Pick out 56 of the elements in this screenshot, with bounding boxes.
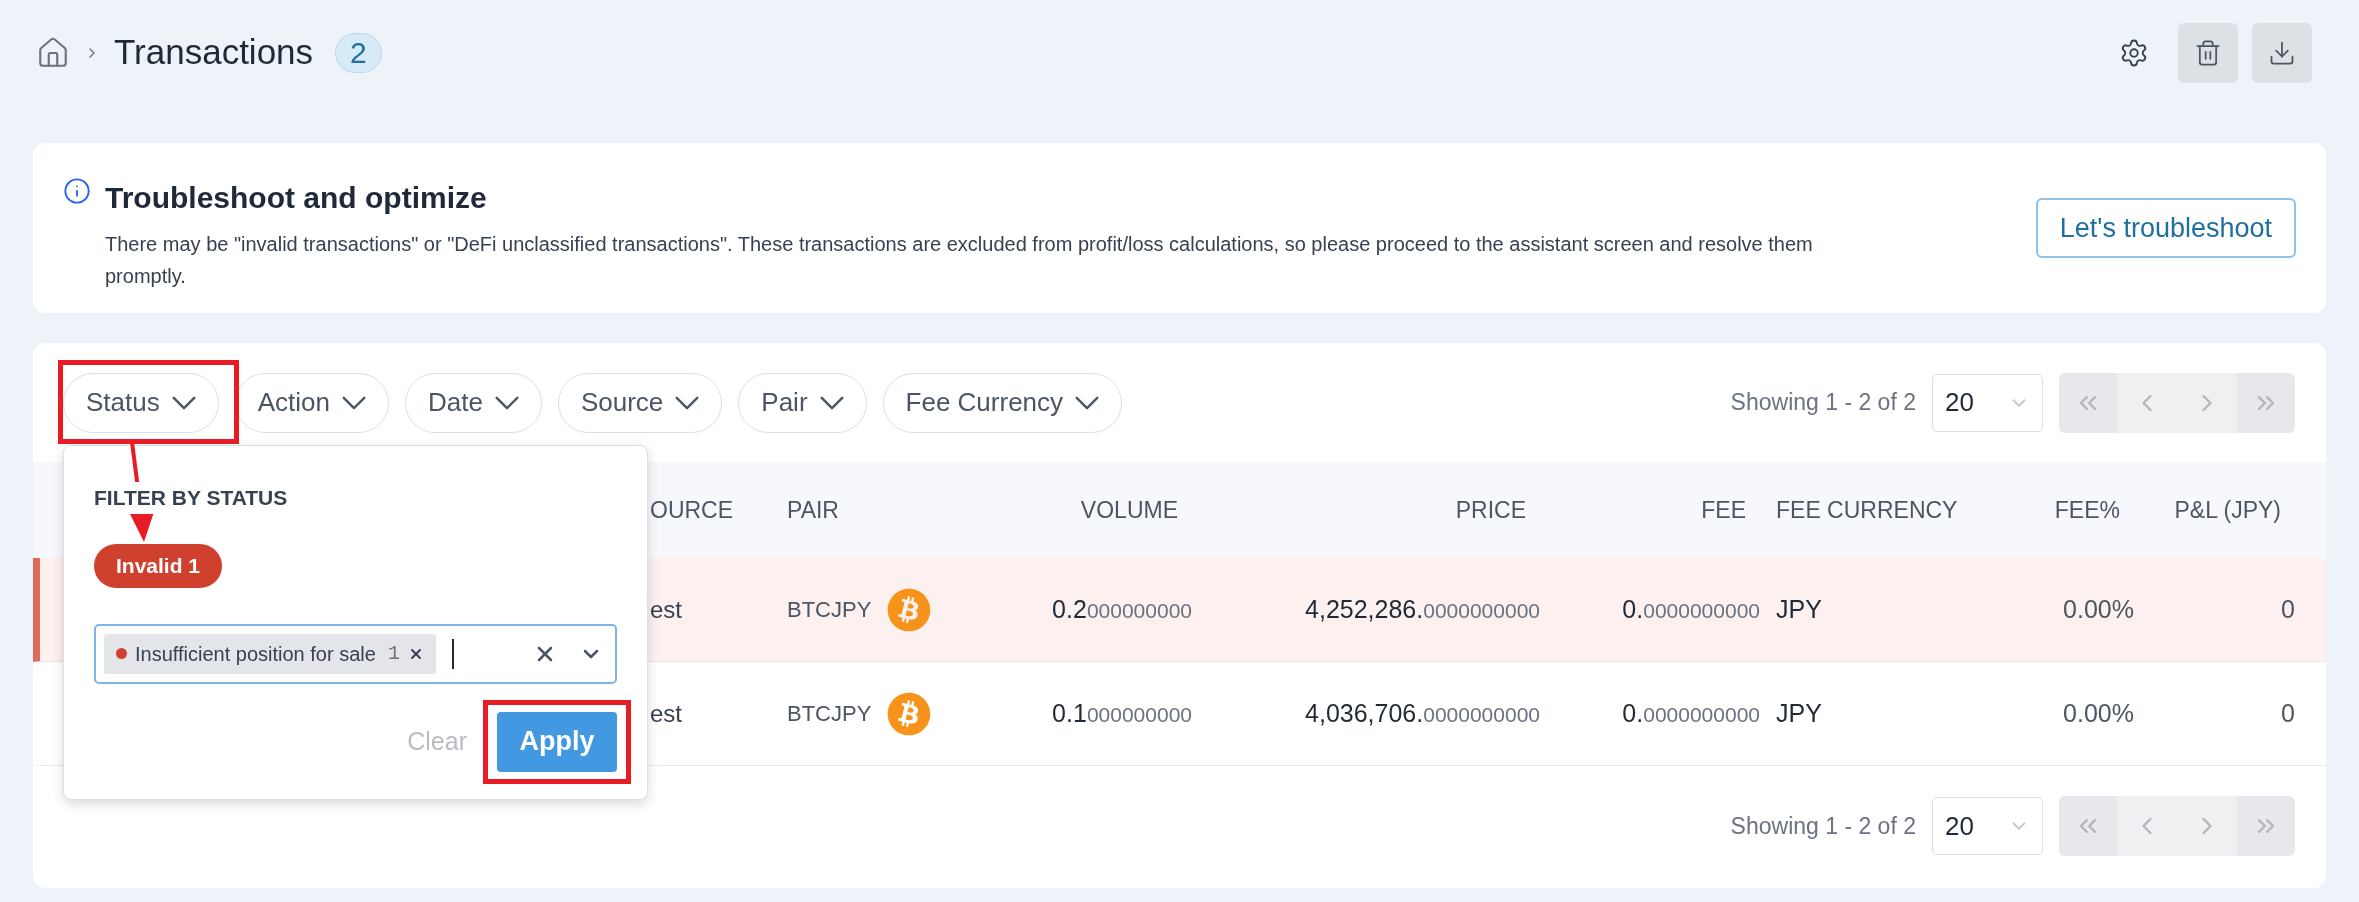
pagination-summary: Showing 1 - 2 of 2 xyxy=(1730,388,1916,418)
chevron-down-icon xyxy=(494,395,519,410)
column-header: FEE CURRENCY xyxy=(1775,495,1958,525)
bitcoin-icon xyxy=(887,691,932,736)
delete-button[interactable] xyxy=(2178,22,2238,83)
first-page-button[interactable] xyxy=(2059,796,2117,856)
download-button[interactable] xyxy=(2252,22,2312,83)
troubleshoot-button[interactable]: Let's troubleshoot xyxy=(2035,198,2296,258)
status-tag[interactable]: Invalid 1 xyxy=(94,543,223,588)
column-header: FEE xyxy=(1701,495,1746,525)
page-size-select[interactable]: 20 xyxy=(1932,373,2043,432)
filter-button[interactable]: Date xyxy=(405,372,542,433)
table-cell-text: 0.00% xyxy=(2063,593,2134,625)
first-page-button[interactable] xyxy=(2059,372,2117,433)
column-header: PRICE xyxy=(1455,495,1526,525)
next-page-button[interactable] xyxy=(2177,372,2237,433)
table-cell-text: est xyxy=(650,698,682,729)
chevron-down-icon xyxy=(819,395,844,410)
filter-button[interactable]: Status xyxy=(63,372,219,433)
chevron-down-icon xyxy=(1075,395,1100,410)
card-description: There may be "invalid transactions" or "DeFi unclassified transactions". These transactions are excluded from profit/loss calculations, so please proceed to the assistant screen and resolve them promptly. xyxy=(105,232,1814,289)
last-page-button[interactable] xyxy=(2237,796,2295,856)
count-badge: 2 xyxy=(335,32,382,73)
settings-icon xyxy=(2119,37,2149,68)
home-icon[interactable] xyxy=(36,35,70,70)
column-header: P&L (JPY) xyxy=(2174,495,2281,525)
card-title: Troubleshoot and optimize xyxy=(105,180,488,216)
info-icon xyxy=(63,177,91,205)
table-cell-text: 0 xyxy=(2281,593,2295,625)
previous-page-button[interactable] xyxy=(2117,796,2177,856)
page-size-select[interactable]: 20 xyxy=(1932,797,2043,855)
pagination-summary: Showing 1 - 2 of 2 xyxy=(1730,811,1916,841)
filter-button[interactable]: Fee Currency xyxy=(882,372,1123,433)
table-cell-text: BTCJPY xyxy=(787,596,872,624)
table-cell-text: 0.00% xyxy=(2063,697,2134,729)
column-header: VOLUME xyxy=(1080,495,1178,525)
text-cursor xyxy=(451,638,454,669)
table-cell-text: est xyxy=(650,594,682,625)
page-title: Transactions xyxy=(114,31,314,74)
filter-button[interactable]: Pair xyxy=(738,372,867,433)
next-page-button[interactable] xyxy=(2177,796,2237,856)
previous-page-button[interactable] xyxy=(2117,372,2177,433)
filter-button[interactable]: Source xyxy=(557,372,723,433)
popover-heading: FILTER BY STATUS xyxy=(94,482,288,514)
column-header: FEE% xyxy=(2054,495,2120,525)
column-header: PAIR xyxy=(787,495,839,525)
last-page-button[interactable] xyxy=(2237,372,2295,433)
table-cell-text: 0 xyxy=(2281,697,2295,729)
chevron-down-icon xyxy=(675,395,700,410)
table-cell-text: BTCJPY xyxy=(787,700,872,728)
column-header: OURCE xyxy=(650,495,734,525)
chevron-down-icon xyxy=(342,395,366,410)
status-select-field[interactable]: Insufficient position for sale 1 xyxy=(94,623,617,684)
bitcoin-icon xyxy=(887,587,932,632)
trash-icon xyxy=(2194,38,2222,67)
chevron-down-icon xyxy=(171,395,196,410)
